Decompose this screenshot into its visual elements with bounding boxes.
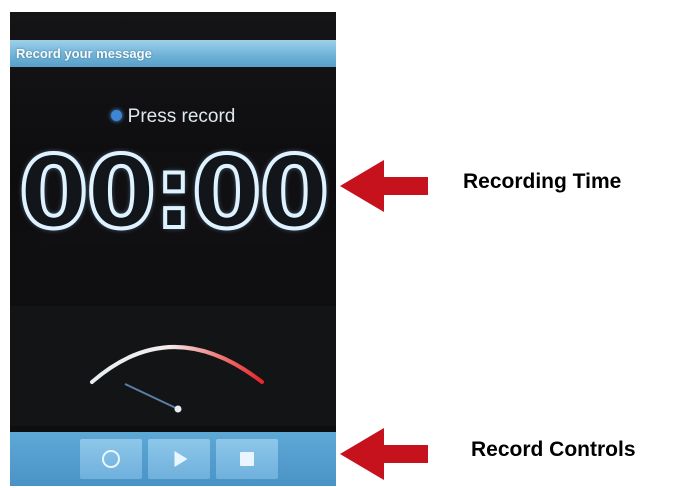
phone-screen: Record your message Press record 00:00 — [10, 12, 336, 486]
arrow-left-icon — [340, 428, 428, 480]
title-bar: Record your message — [10, 40, 336, 67]
meter-needle — [124, 383, 179, 410]
elapsed-time-display: 00:00 — [17, 132, 331, 253]
meter-arc — [90, 345, 264, 384]
arrow-left-icon — [340, 160, 428, 212]
stop-button[interactable] — [216, 439, 278, 479]
record-icon — [102, 450, 120, 468]
recording-time-callout: Recording Time — [463, 170, 622, 193]
status-label: Press record — [127, 106, 236, 127]
level-meter-gauge-icon — [90, 345, 264, 413]
meter-pivot — [174, 405, 182, 413]
screen-divider-band — [10, 248, 336, 306]
record-controls-callout: Record Controls — [471, 438, 636, 461]
record-controls-bar — [10, 432, 336, 486]
stop-icon — [240, 452, 254, 466]
play-icon — [174, 451, 188, 467]
recording-status: Press record — [10, 106, 336, 128]
window-title: Record your message — [16, 46, 152, 61]
record-button[interactable] — [80, 439, 142, 479]
play-button[interactable] — [148, 439, 210, 479]
status-dot-icon — [110, 110, 122, 121]
